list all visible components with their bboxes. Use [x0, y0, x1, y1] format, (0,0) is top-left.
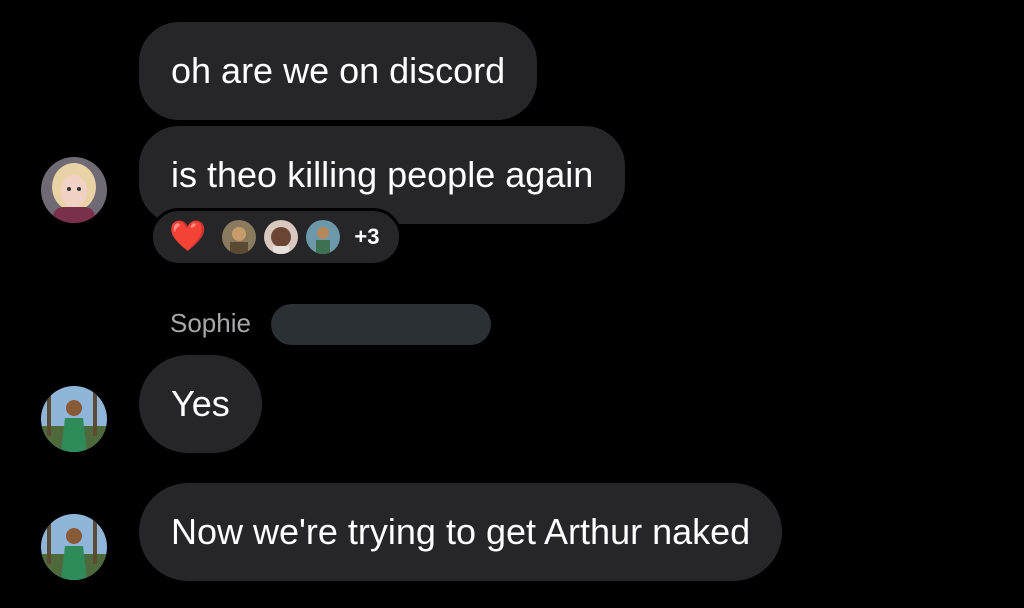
message-text: oh are we on discord [171, 50, 506, 91]
sender-name: Sophie [170, 308, 251, 338]
avatar-icon[interactable] [41, 386, 107, 452]
redaction-bar [271, 304, 491, 345]
reactor-avatar-icon [222, 220, 257, 254]
avatar-icon[interactable] [41, 514, 107, 580]
reaction-count: +3 [354, 224, 380, 249]
reactor-avatar-icon [306, 220, 341, 254]
message-bubble[interactable]: oh are we on discord [139, 22, 538, 120]
message-bubble[interactable]: Now we're trying to get Arthur naked [139, 483, 783, 581]
message-text: Yes [171, 383, 230, 424]
heart-reaction-icon: ❤️ [169, 220, 207, 253]
avatar-icon[interactable] [41, 157, 107, 223]
message-text: is theo killing people again [171, 154, 594, 195]
reactor-avatar-icon [264, 220, 299, 254]
message-text: Now we're trying to get Arthur naked [171, 511, 751, 552]
reactions-bar[interactable]: ❤️ +3 [150, 208, 403, 266]
message-bubble[interactable]: Yes [139, 355, 262, 453]
